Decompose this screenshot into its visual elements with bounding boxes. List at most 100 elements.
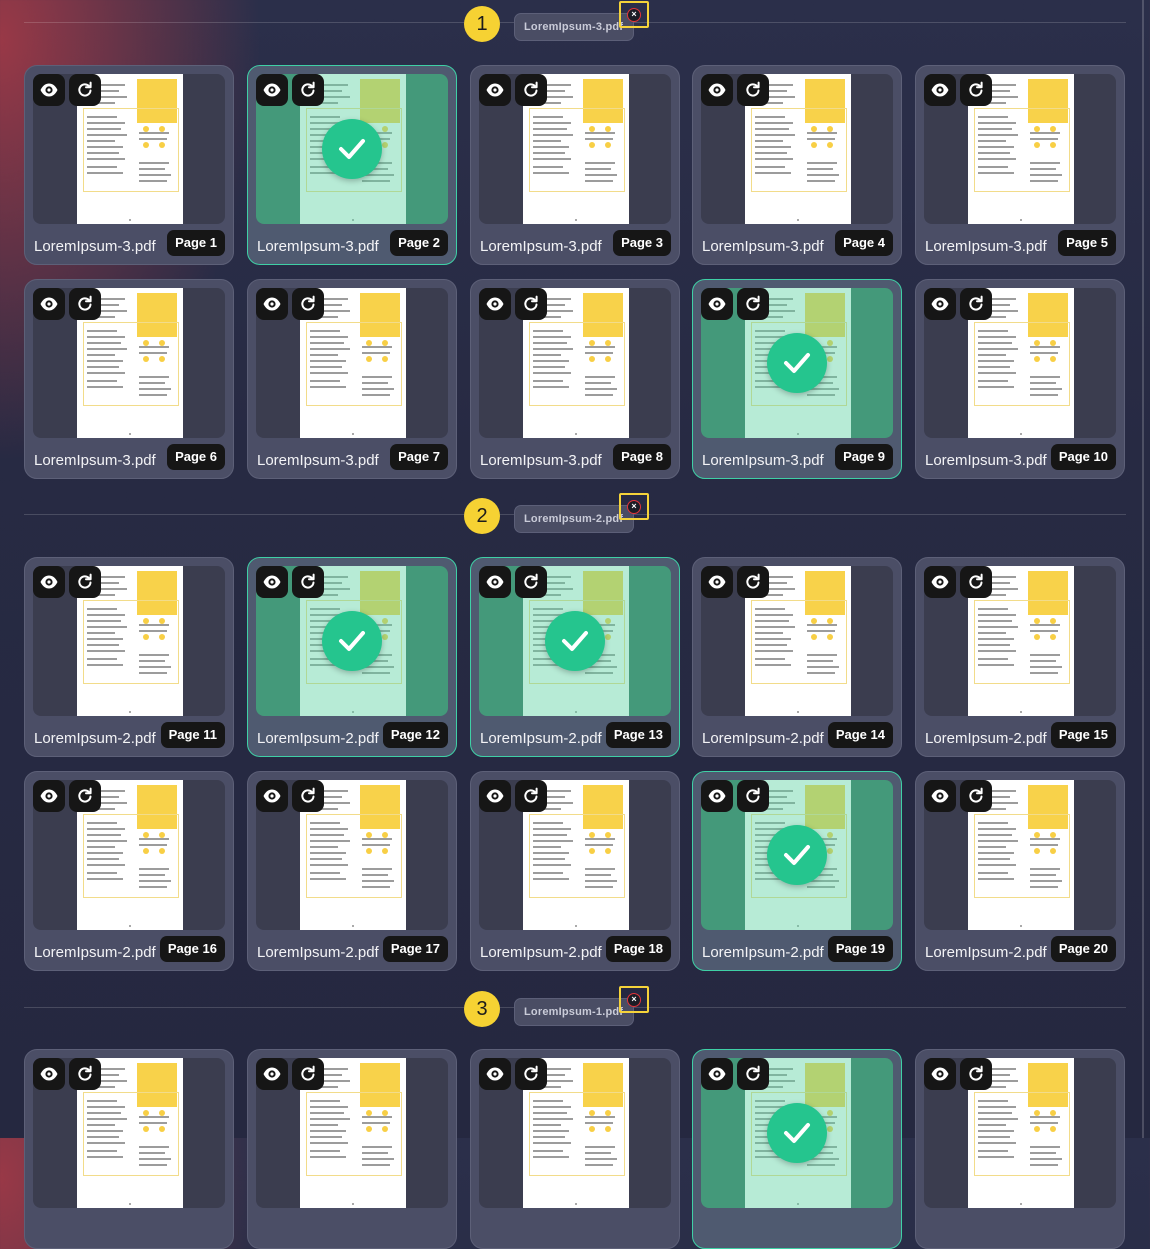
page-card[interactable]: Page 8 LoremIpsum-3.pdf — [470, 279, 680, 479]
close-icon[interactable]: × — [627, 500, 641, 514]
card-file-name: LoremIpsum-2.pdf — [702, 944, 824, 961]
page-card[interactable] — [692, 1049, 902, 1249]
card-file-name: LoremIpsum-2.pdf — [34, 730, 156, 747]
page-card[interactable]: Page 2 LoremIpsum-3.pdf — [247, 65, 457, 265]
file-group-header-2: 2 LoremIpsum-2.pdf × — [24, 493, 1126, 534]
eye-icon[interactable] — [701, 74, 733, 106]
check-icon — [322, 611, 382, 671]
rotate-icon[interactable] — [515, 780, 547, 812]
page-card[interactable]: Page 7 LoremIpsum-3.pdf — [247, 279, 457, 479]
page-card[interactable]: Page 11 LoremIpsum-2.pdf — [24, 557, 234, 757]
rotate-icon[interactable] — [960, 780, 992, 812]
eye-icon[interactable] — [701, 780, 733, 812]
close-icon[interactable]: × — [627, 993, 641, 1007]
card-file-name: LoremIpsum-3.pdf — [702, 238, 824, 255]
eye-icon[interactable] — [701, 566, 733, 598]
rotate-icon[interactable] — [960, 1058, 992, 1090]
rotate-icon[interactable] — [515, 566, 547, 598]
rotate-icon[interactable] — [292, 288, 324, 320]
page-number-badge: Page 8 — [613, 444, 671, 470]
eye-icon[interactable] — [924, 780, 956, 812]
eye-icon[interactable] — [33, 74, 65, 106]
page-card[interactable]: Page 3 LoremIpsum-3.pdf — [470, 65, 680, 265]
page-card[interactable]: Page 13 LoremIpsum-2.pdf — [470, 557, 680, 757]
eye-icon[interactable] — [701, 288, 733, 320]
eye-icon[interactable] — [924, 74, 956, 106]
eye-icon[interactable] — [479, 1058, 511, 1090]
eye-icon[interactable] — [256, 566, 288, 598]
rotate-icon[interactable] — [515, 1058, 547, 1090]
page-number-badge: Page 2 — [390, 230, 448, 256]
rotate-icon[interactable] — [960, 288, 992, 320]
page-card[interactable] — [247, 1049, 457, 1249]
page-card[interactable]: Page 10 LoremIpsum-3.pdf — [915, 279, 1125, 479]
page-number-badge: Page 6 — [167, 444, 225, 470]
card-file-name: LoremIpsum-3.pdf — [257, 238, 379, 255]
rotate-icon[interactable] — [960, 566, 992, 598]
page-card[interactable] — [915, 1049, 1125, 1249]
eye-icon[interactable] — [701, 1058, 733, 1090]
page-number-badge: Page 12 — [382, 722, 448, 748]
rotate-icon[interactable] — [737, 1058, 769, 1090]
rotate-icon[interactable] — [737, 288, 769, 320]
rotate-icon[interactable] — [292, 1058, 324, 1090]
group-number-badge: 3 — [464, 991, 500, 1027]
eye-icon[interactable] — [33, 1058, 65, 1090]
page-card[interactable]: Page 6 LoremIpsum-3.pdf — [24, 279, 234, 479]
rotate-icon[interactable] — [292, 780, 324, 812]
rotate-icon[interactable] — [69, 566, 101, 598]
page-card[interactable]: Page 20 LoremIpsum-2.pdf — [915, 771, 1125, 971]
eye-icon[interactable] — [479, 74, 511, 106]
eye-icon[interactable] — [479, 780, 511, 812]
remove-file-highlight: × — [619, 986, 649, 1013]
page-card[interactable]: Page 16 LoremIpsum-2.pdf — [24, 771, 234, 971]
page-card[interactable]: Page 4 LoremIpsum-3.pdf — [692, 65, 902, 265]
rotate-icon[interactable] — [69, 780, 101, 812]
page-card[interactable]: Page 15 LoremIpsum-2.pdf — [915, 557, 1125, 757]
page-number-badge: Page 14 — [827, 722, 893, 748]
page-number-badge: Page 3 — [613, 230, 671, 256]
page-card[interactable]: Page 12 LoremIpsum-2.pdf — [247, 557, 457, 757]
eye-icon[interactable] — [256, 288, 288, 320]
page-number-badge: Page 4 — [835, 230, 893, 256]
rotate-icon[interactable] — [737, 74, 769, 106]
card-file-name: LoremIpsum-2.pdf — [257, 944, 379, 961]
eye-icon[interactable] — [33, 288, 65, 320]
eye-icon[interactable] — [256, 74, 288, 106]
eye-icon[interactable] — [924, 288, 956, 320]
card-file-name: LoremIpsum-2.pdf — [34, 944, 156, 961]
rotate-icon[interactable] — [515, 74, 547, 106]
eye-icon[interactable] — [33, 566, 65, 598]
page-card[interactable] — [470, 1049, 680, 1249]
eye-icon[interactable] — [256, 780, 288, 812]
rotate-icon[interactable] — [737, 566, 769, 598]
eye-icon[interactable] — [924, 1058, 956, 1090]
page-card[interactable]: Page 9 LoremIpsum-3.pdf — [692, 279, 902, 479]
eye-icon[interactable] — [479, 566, 511, 598]
page-card[interactable] — [24, 1049, 234, 1249]
eye-icon[interactable] — [924, 566, 956, 598]
scroll-edge — [1142, 0, 1144, 1138]
card-file-name: LoremIpsum-2.pdf — [702, 730, 824, 747]
rotate-icon[interactable] — [69, 74, 101, 106]
page-card[interactable]: Page 17 LoremIpsum-2.pdf — [247, 771, 457, 971]
eye-icon[interactable] — [479, 288, 511, 320]
page-card[interactable]: Page 14 LoremIpsum-2.pdf — [692, 557, 902, 757]
page-card[interactable]: Page 19 LoremIpsum-2.pdf — [692, 771, 902, 971]
rotate-icon[interactable] — [960, 74, 992, 106]
rotate-icon[interactable] — [737, 780, 769, 812]
rotate-icon[interactable] — [292, 566, 324, 598]
page-card[interactable]: Page 18 LoremIpsum-2.pdf — [470, 771, 680, 971]
rotate-icon[interactable] — [69, 288, 101, 320]
close-icon[interactable]: × — [627, 8, 641, 22]
eye-icon[interactable] — [33, 780, 65, 812]
check-icon — [545, 611, 605, 671]
card-file-name: LoremIpsum-3.pdf — [925, 452, 1047, 469]
page-card[interactable]: Page 1 LoremIpsum-3.pdf — [24, 65, 234, 265]
rotate-icon[interactable] — [292, 74, 324, 106]
page-number-badge: Page 11 — [160, 722, 225, 748]
eye-icon[interactable] — [256, 1058, 288, 1090]
rotate-icon[interactable] — [515, 288, 547, 320]
page-card[interactable]: Page 5 LoremIpsum-3.pdf — [915, 65, 1125, 265]
rotate-icon[interactable] — [69, 1058, 101, 1090]
